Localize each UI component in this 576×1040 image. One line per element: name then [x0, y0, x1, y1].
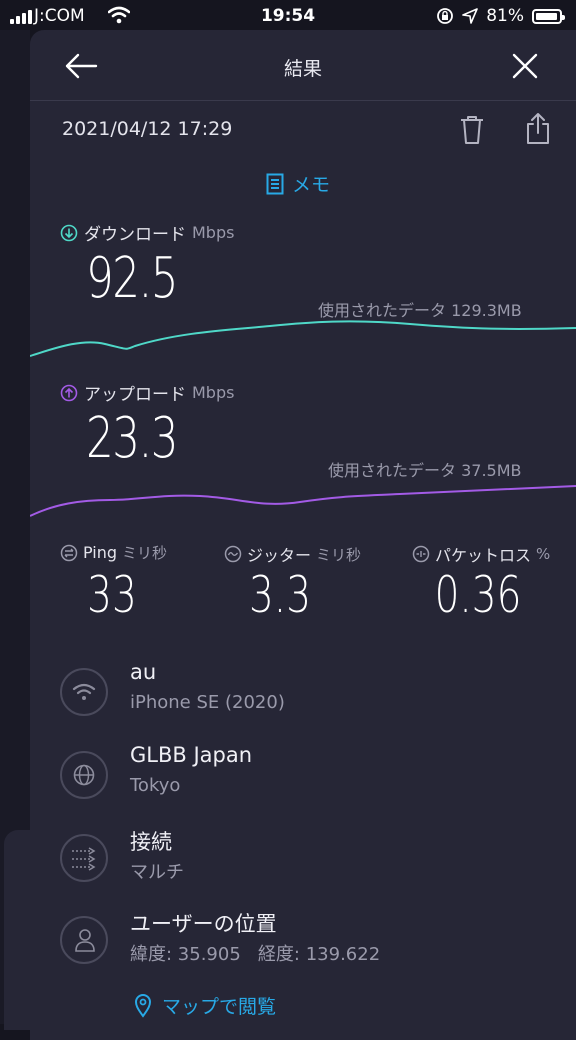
packet-loss-value: 0.36 [434, 566, 522, 624]
share-icon[interactable] [524, 112, 552, 146]
user-icon [60, 916, 108, 964]
ping-label-group: Ping ミリ秒 [60, 542, 167, 563]
orientation-lock-icon [437, 8, 454, 24]
jitter-icon [224, 545, 242, 563]
ping-unit: ミリ秒 [122, 544, 168, 562]
download-speed-graph [30, 320, 576, 357]
download-arrow-icon [60, 224, 78, 241]
location-arrow-icon [462, 8, 479, 24]
result-datetime: 2021/04/12 17:29 [62, 118, 233, 140]
map-pin-icon [134, 993, 152, 1018]
memo-button[interactable]: メモ [266, 170, 330, 197]
upload-label: アップロード [84, 385, 186, 405]
memo-icon [266, 173, 284, 194]
server-location: Tokyo [130, 775, 181, 796]
download-unit: Mbps [192, 223, 235, 242]
packet-loss-icon [412, 545, 430, 563]
close-icon[interactable] [512, 53, 538, 79]
user-coordinates: 緯度: 35.905 経度: 139.622 [130, 944, 381, 965]
upload-label-group: アップロード Mbps [60, 380, 234, 405]
user-location-row: ユーザーの位置 緯度: 35.905 経度: 139.622 [60, 912, 560, 986]
download-value: 92.5 [86, 246, 179, 311]
trash-icon[interactable] [458, 114, 486, 146]
battery-icon [532, 8, 565, 24]
ping-label: Ping [83, 543, 118, 562]
ping-icon [60, 544, 78, 561]
provider-name: au [130, 660, 157, 684]
result-sheet: 結果 2021/04/12 17:29 メモ ダウンロード Mbps 92.5 … [30, 30, 576, 1040]
page-title: 結果 [283, 58, 322, 80]
connections-row: 接続 マルチ [60, 830, 560, 904]
connections-mode: マルチ [130, 862, 184, 883]
memo-label: メモ [292, 174, 331, 196]
provider-row: au iPhone SE (2020) [60, 660, 560, 738]
jitter-label: ジッター [247, 546, 312, 565]
packet-loss-unit: % [536, 545, 551, 563]
server-name: GLBB Japan [130, 743, 253, 767]
nav-bar: 結果 [30, 30, 576, 101]
upload-arrow-icon [60, 384, 78, 401]
battery-percent: 81% [486, 6, 524, 26]
device-name: iPhone SE (2020) [130, 692, 285, 713]
jitter-label-group: ジッター ミリ秒 [224, 542, 361, 566]
jitter-value: 3.3 [248, 566, 312, 624]
status-bar: J:COM 19:54 81% [0, 0, 576, 34]
download-label-group: ダウンロード Mbps [60, 220, 234, 245]
packet-loss-label: パケットロス [435, 546, 532, 565]
wifi-icon [60, 668, 108, 716]
upload-speed-graph [30, 485, 576, 517]
view-map-label: マップで閲覧 [162, 996, 277, 1018]
user-location-title: ユーザーの位置 [130, 912, 277, 936]
jitter-unit: ミリ秒 [316, 545, 362, 564]
connections-icon [60, 834, 108, 882]
ping-value: 33 [87, 566, 137, 624]
view-map-link[interactable]: マップで閲覧 [134, 992, 276, 1019]
packet-loss-label-group: パケットロス % [412, 542, 550, 566]
globe-icon [60, 751, 108, 799]
upload-value: 23.3 [86, 406, 179, 471]
download-label: ダウンロード [84, 225, 186, 245]
connections-title: 接続 [130, 830, 172, 854]
upload-unit: Mbps [192, 383, 235, 402]
server-row: GLBB Japan Tokyo [60, 743, 560, 821]
